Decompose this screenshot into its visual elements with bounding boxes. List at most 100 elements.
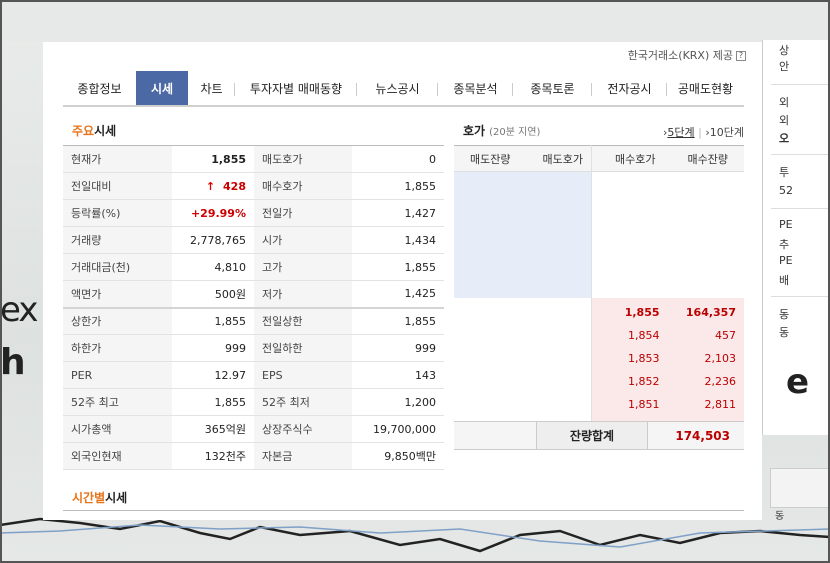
sidebar-text: 동 (779, 326, 790, 339)
ask-side-area (454, 172, 591, 298)
value-cell: 1,855 (352, 172, 444, 200)
section-title-accent: 주요 (72, 124, 95, 138)
help-icon[interactable]: ? (736, 51, 746, 61)
column-header: 매도호가 (542, 152, 583, 166)
column-header: 매수잔량 (687, 152, 728, 166)
tab-disclosure[interactable]: 전자공시 (592, 71, 667, 105)
value-cell: 1,434 (352, 226, 444, 254)
table-row: 상한가 1,855 전일상한 1,855 (63, 306, 444, 335)
value-cell: 1,855 (352, 306, 444, 335)
table-row: 전일대비 ↑ 428 매수호가 1,855 (63, 172, 444, 200)
label-cell: 자본금 (254, 442, 352, 470)
bid-qty: 2,103 (704, 351, 737, 365)
table-row: 하한가 999 전일하한 999 (63, 334, 444, 362)
bid-row: 1,851 2,811 (591, 392, 744, 416)
sidebar-text: 동 (779, 308, 790, 321)
table-row: 등락률(%) +29.99% 전일가 1,427 (63, 199, 444, 227)
provider-label: 한국거래소(KRX) 제공 (627, 49, 733, 62)
empty-cell (454, 422, 536, 449)
bid-price: 1,854 (628, 328, 660, 342)
label-cell: 52주 최고 (63, 388, 172, 416)
tab-chart[interactable]: 차트 (188, 71, 235, 105)
bid-price: 1,853 (628, 351, 660, 365)
orderbook-depth-links: ›5단계 | ›10단계 (663, 124, 744, 140)
label-cell: 고가 (254, 253, 352, 281)
sidebar-text: 상 (779, 44, 790, 57)
total-label: 잔량합계 (536, 422, 648, 449)
link-separator: | (698, 126, 702, 139)
orderbook-total-row: 잔량합계 174,503 (454, 421, 744, 450)
depth-10-link[interactable]: 10단계 (710, 126, 744, 139)
value-cell: 9,850백만 (352, 442, 444, 470)
orderbook-title-text: 호가 (463, 124, 486, 138)
bid-price: 1,855 (624, 305, 660, 319)
section-title-text: 시세 (105, 491, 128, 505)
bid-qty: 2,811 (704, 397, 737, 411)
value-cell: 132천주 (172, 442, 254, 470)
tab-news[interactable]: 뉴스공시 (357, 71, 438, 105)
sidebar-text: PE (779, 218, 793, 231)
value-cell: 19,700,000 (352, 415, 444, 443)
value-cell: 1,427 (352, 199, 444, 227)
tab-short-selling[interactable]: 공매도현황 (667, 71, 744, 105)
bid-qty: 457 (715, 328, 736, 342)
tab-label: 종목토론 (530, 81, 575, 96)
label-cell: EPS (254, 361, 352, 389)
background-text: e (786, 362, 810, 402)
label-cell: 전일상한 (254, 306, 352, 335)
tab-quote[interactable]: 시세 (136, 71, 188, 105)
background-box: 동 (770, 468, 830, 522)
divider (63, 510, 744, 511)
value-cell: ↑ 428 (172, 172, 254, 200)
tab-investor-trading[interactable]: 투자자별 매매동향 (235, 71, 357, 105)
table-row: 거래량 2,778,765 시가 1,434 (63, 226, 444, 254)
value-cell: 4,810 (172, 253, 254, 281)
total-value: 174,503 (675, 428, 730, 443)
tab-label: 투자자별 매매동향 (249, 81, 343, 96)
table-row: 거래대금(천) 4,810 고가 1,855 (63, 253, 444, 281)
section-title-accent: 시간별 (72, 491, 106, 505)
sidebar-text: 52 (779, 184, 793, 197)
orderbook-delay-note: (20분 지연) (489, 127, 541, 138)
value-cell: 1,200 (352, 388, 444, 416)
bid-row: 1,854 457 (591, 323, 744, 347)
value-cell: 2,778,765 (172, 226, 254, 254)
value-cell: 0 (352, 145, 444, 173)
column-header: 매수호가 (615, 152, 656, 166)
label-cell: 52주 최저 (254, 388, 352, 416)
tab-analysis[interactable]: 종목분석 (438, 71, 513, 105)
label-cell: 상한가 (63, 306, 172, 335)
label-cell: 하한가 (63, 334, 172, 362)
tab-discussion[interactable]: 종목토론 (513, 71, 592, 105)
sidebar-text: 오 (779, 132, 790, 145)
sidebar-text: 안 (779, 60, 790, 73)
label-cell: PER (63, 361, 172, 389)
label-cell: 시가총액 (63, 415, 172, 443)
tab-label: 뉴스공시 (375, 81, 420, 96)
label-cell: 전일가 (254, 199, 352, 227)
up-arrow-icon: ↑ (205, 179, 216, 193)
value-cell: 1,855 (172, 145, 254, 173)
table-row: 시가총액 365억원 상장주식수 19,700,000 (63, 415, 444, 443)
table-row: PER 12.97 EPS 143 (63, 361, 444, 389)
label-cell: 매수호가 (254, 172, 352, 200)
tab-label: 공매도현황 (677, 81, 734, 96)
background-text: ex (0, 290, 38, 330)
divider (771, 208, 830, 209)
change-value: 428 (223, 179, 246, 193)
value-cell: 1,425 (352, 280, 444, 308)
depth-5-link[interactable]: 5단계 (667, 126, 694, 139)
bid-qty: 2,236 (704, 374, 737, 388)
label-cell: 외국인현재 (63, 442, 172, 470)
data-provider: 한국거래소(KRX) 제공? (628, 47, 746, 63)
table-row: 외국인현재 132천주 자본금 9,850백만 (63, 442, 444, 470)
tab-label: 시세 (150, 81, 174, 96)
label-cell: 액면가 (63, 280, 172, 308)
main-quote-table: 현재가 1,855 매도호가 0 전일대비 ↑ 428 매수호가 1,855 등락… (63, 145, 444, 470)
label-cell: 거래대금(천) (63, 253, 172, 281)
bid-row: 1,852 2,236 (591, 369, 744, 393)
value-cell: 1,855 (352, 253, 444, 281)
tab-label: 종목분석 (453, 81, 498, 96)
tab-overview[interactable]: 종합정보 (63, 71, 136, 105)
label-cell: 거래량 (63, 226, 172, 254)
